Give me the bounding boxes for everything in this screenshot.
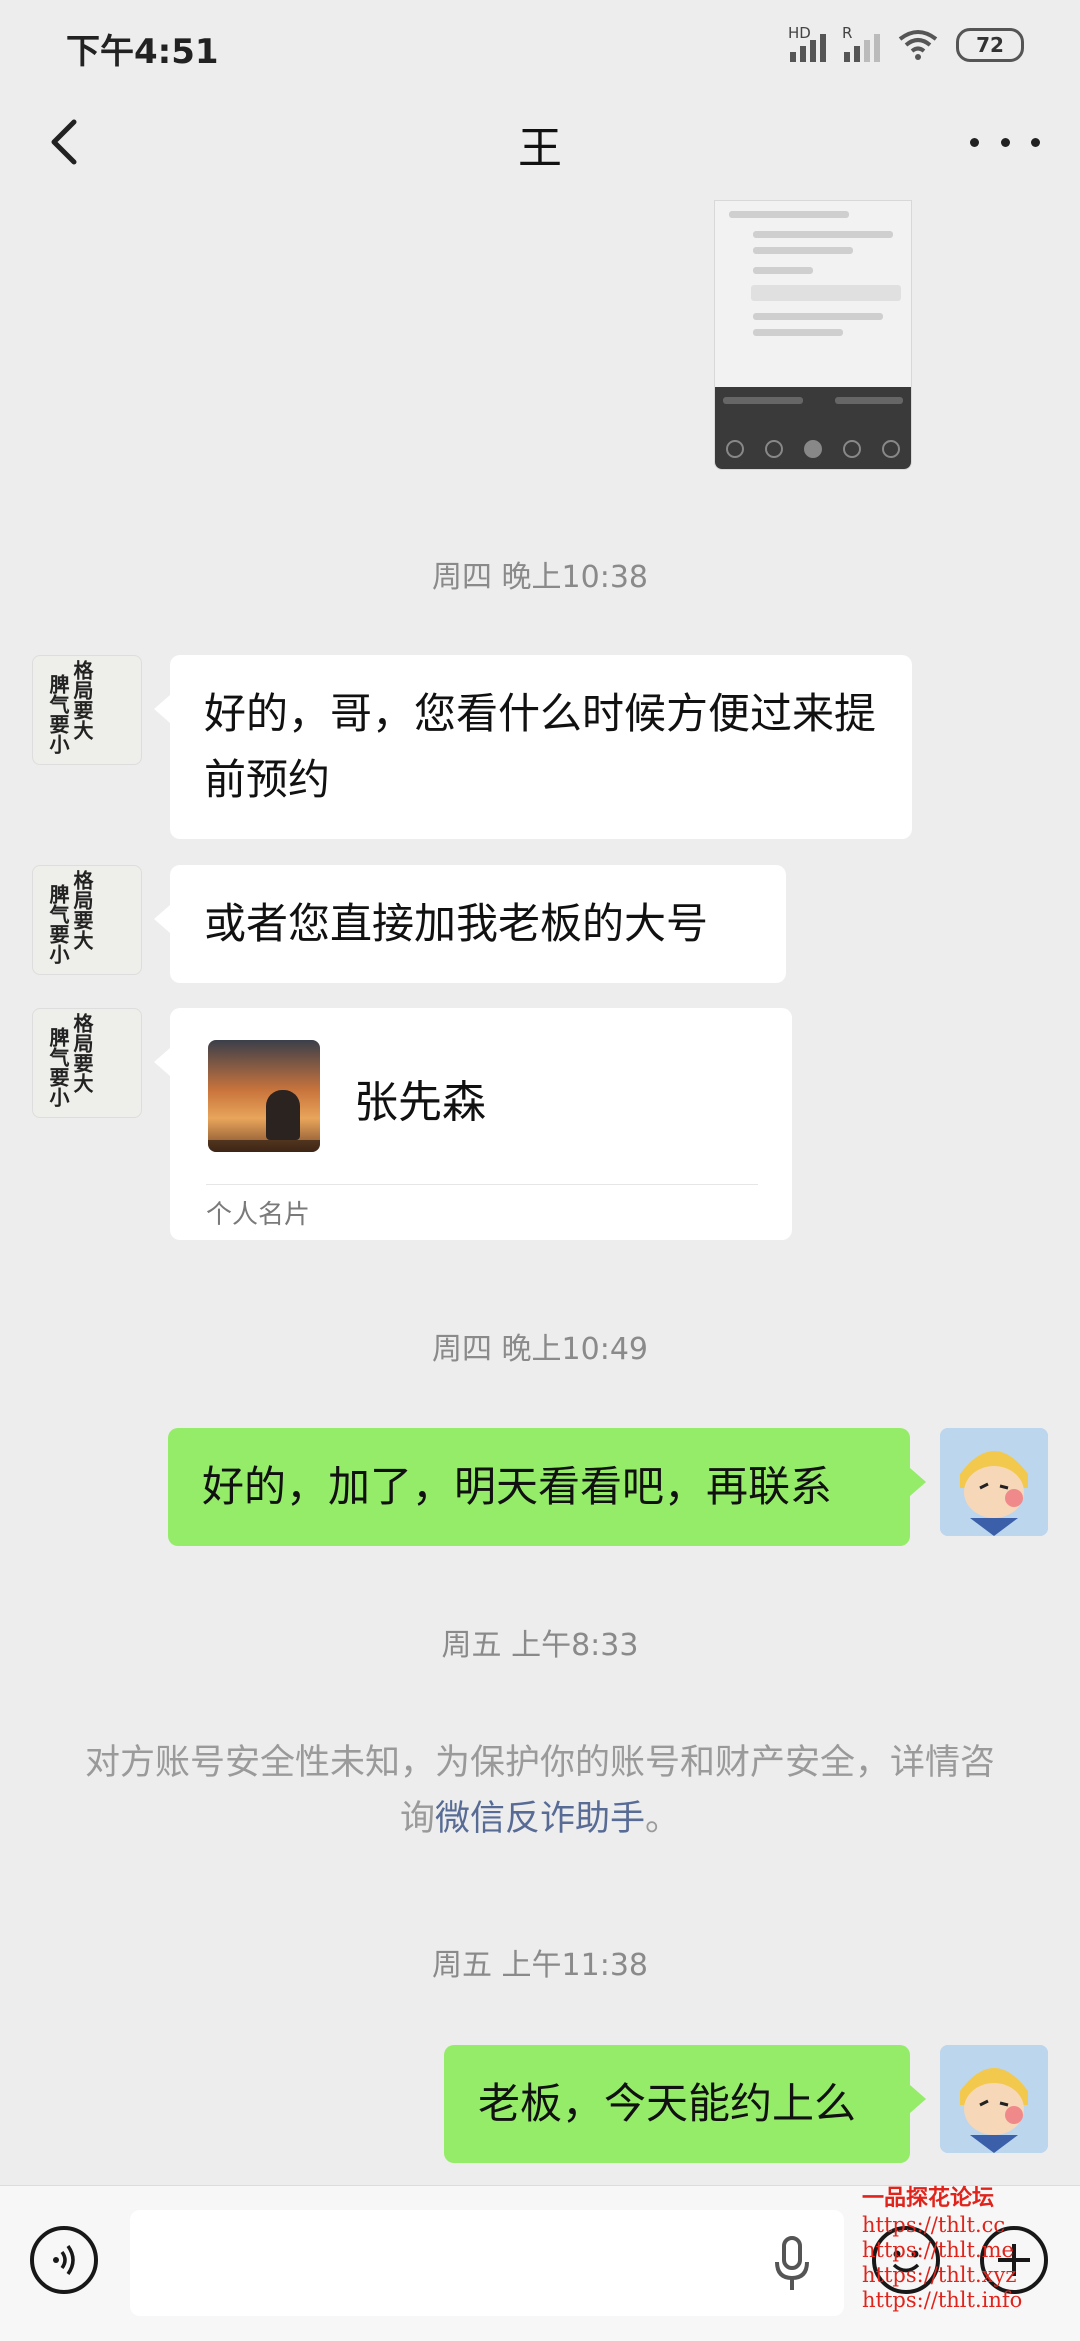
cartoon-avatar-icon [940,1428,1048,1536]
watermark-url: https://thlt.me [862,2238,1014,2262]
signal-icon-2: R [842,24,880,62]
incoming-message[interactable]: 或者您直接加我老板的大号 [154,865,786,983]
contact-avatar[interactable]: 格局要大 脾气要小 [32,865,142,975]
chat-header: 王 [0,90,1080,200]
timestamp-divider: 周五 上午8:33 [441,1628,639,1663]
status-icons: HD R 72 [788,24,1024,62]
voice-mode-button[interactable] [30,2226,98,2294]
avatar-calligraphy: 格局要大 [70,870,94,950]
anti-fraud-assistant-link[interactable]: 微信反诈助手 [435,1799,645,1839]
avatar-calligraphy: 格局要大 [70,1013,94,1093]
image-dark-footer [715,387,911,469]
timestamp-divider: 周四 晚上10:38 [432,560,648,595]
battery-indicator: 72 [956,28,1024,62]
avatar-calligraphy: 脾气要小 [46,884,70,964]
more-options-button[interactable] [970,112,1040,172]
watermark-url: https://thlt.xyz [862,2263,1017,2287]
wifi-icon [898,30,938,60]
timestamp-divider: 周五 上午11:38 [432,1948,648,1983]
avatar-calligraphy: 脾气要小 [46,674,70,754]
outgoing-message[interactable]: 好的，加了，明天看看吧，再联系 [168,1428,926,1546]
watermark-title: 一品探花论坛 [862,2185,995,2211]
incoming-message[interactable]: 好的，哥，您看什么时候方便过来提前预约 [154,655,912,839]
forum-watermark: 一品探花论坛 https://thlt.cc https://thlt.me h… [862,2186,1072,2313]
contact-card-label: 个人名片 [206,1200,311,1230]
my-avatar[interactable] [940,1428,1048,1536]
watermark-url: https://thlt.info [862,2288,1023,2312]
security-notice-end: 。 [645,1799,681,1839]
avatar-calligraphy: 脾气要小 [46,1027,70,1107]
contact-card-name: 张先森 [354,1077,486,1128]
image-message-thumbnail[interactable] [714,200,912,470]
contact-avatar[interactable]: 格局要大 脾气要小 [32,655,142,765]
contact-card-message[interactable]: 张先森 个人名片 [154,1008,792,1240]
microphone-icon[interactable] [772,2236,812,2292]
timestamp-divider: 周四 晚上10:49 [432,1332,648,1367]
more-dots-icon [970,137,979,147]
network-type-label: HD [788,24,811,42]
divider [206,1184,758,1185]
more-dot [1000,137,1010,147]
contact-avatar[interactable]: 格局要大 脾气要小 [32,1008,142,1118]
message-list[interactable]: 周四 晚上10:38 格局要大 脾气要小 好的，哥，您看什么时候方便过来提前预约… [0,200,1080,2185]
contact-card-avatar [208,1040,320,1152]
chat-title: 王 [518,123,562,174]
avatar-calligraphy: 格局要大 [70,660,94,740]
roaming-label: R [842,24,853,42]
my-avatar[interactable] [940,2045,1048,2153]
signal-icon: HD [788,24,826,62]
voice-mode-icon [53,2244,75,2276]
cartoon-avatar-icon [940,2045,1048,2153]
status-time: 下午4:51 [66,32,219,72]
watermark-url: https://thlt.cc [862,2213,1006,2237]
status-bar: 下午4:51 HD R 72 [0,0,1080,90]
message-input[interactable] [130,2210,844,2316]
security-notice: 对方账号安全性未知，为保护你的账号和财产安全，详情咨询微信反诈助手。 [80,1735,1000,1847]
outgoing-message[interactable]: 老板，今天能约上么 [444,2045,926,2163]
more-dot [1031,137,1040,147]
